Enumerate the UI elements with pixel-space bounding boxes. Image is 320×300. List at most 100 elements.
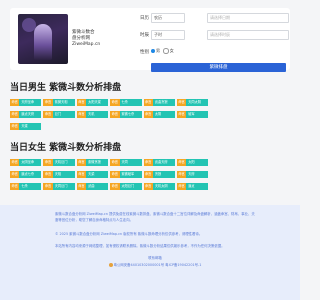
palace-tag-star: 天梁 [86, 171, 109, 178]
palace-tag[interactable]: 命宫 天梁 [10, 123, 42, 130]
palace-tag[interactable]: 命宫 太阴 [143, 111, 175, 118]
palace-tag[interactable]: 命宫 天机巨门 [43, 159, 75, 166]
palace-tag[interactable]: 命宫 太阳巨门 [110, 183, 142, 190]
gender-radio-group: 男 女 [151, 48, 174, 54]
palace-tag-star: 天府坐命 [19, 99, 42, 106]
palace-tag[interactable]: 命宫 天相 [43, 171, 75, 178]
submit-button[interactable]: 紫微排盘 [151, 63, 286, 72]
palace-tag[interactable]: 命宫 七杀 [10, 183, 42, 190]
gender-female-radio[interactable] [163, 48, 169, 54]
palace-tag-type: 命宫 [76, 159, 87, 166]
palace-tag-type: 命宫 [176, 111, 187, 118]
palace-tag-star: 廉贞七杀 [19, 171, 42, 178]
palace-tag-type: 命宫 [10, 171, 20, 178]
time-row: 时辰 子时 请选择时辰 [135, 28, 289, 42]
palace-tag-star: 天机太阴 [152, 183, 175, 190]
palace-tag[interactable]: 命宫 天同巨门 [43, 183, 75, 190]
palace-tag[interactable]: 命宫 天府坐命 [10, 99, 42, 106]
footer-contact[interactable]: 联系邮箱 [55, 255, 255, 261]
palace-tag[interactable]: 命宫 武曲贪狼 [143, 99, 175, 106]
palace-tag[interactable]: 命宫 紫微破军 [110, 171, 142, 178]
palace-tag-star: 太阴 [152, 111, 175, 118]
palace-tag-star: 天同太阴 [186, 99, 209, 106]
palace-tag-star: 七杀 [19, 183, 42, 190]
palace-tag-type: 命宫 [110, 159, 120, 166]
submit-row: 紫微排盘 [135, 62, 287, 76]
palace-tag-star: 天相 [52, 171, 75, 178]
palace-tag-star: 天机巨门 [52, 159, 75, 166]
palace-tag-star: 武曲天府 [152, 159, 175, 166]
palace-tag-type: 命宫 [110, 99, 120, 106]
gender-row: 性别 男 女 [135, 45, 287, 59]
palace-tag-type: 命宫 [76, 99, 87, 106]
top-card: 紫微斗数合 盘分析网 ZiweiMap.cn 日历 农历 请选择日期 时辰 子时… [10, 8, 290, 72]
palace-tag-type: 命宫 [76, 183, 87, 190]
palace-tag[interactable]: 命宫 廉贞 [176, 183, 209, 190]
palace-tag-star: 廉贞天府 [19, 111, 42, 118]
palace-tag-star: 紫微七杀 [119, 111, 142, 118]
palace-tag-type: 命宫 [143, 111, 153, 118]
palace-tag-star: 太阳 [186, 159, 209, 166]
chart-form: 日历 农历 请选择日期 时辰 子时 请选择时辰 性别 男 女 紫微排盘 [135, 11, 289, 79]
palace-tag[interactable]: 命宫 太阴坐命 [10, 159, 42, 166]
palace-tag[interactable]: 命宫 巨门 [43, 111, 75, 118]
palace-tag[interactable]: 命宫 天同太阴 [176, 99, 209, 106]
palace-tag-type: 命宫 [176, 99, 187, 106]
palace-tag-type: 命宫 [143, 171, 153, 178]
palace-tag[interactable]: 命宫 太阳 [176, 159, 209, 166]
palace-tag[interactable]: 命宫 太阳天梁 [76, 99, 109, 106]
female-tag-list: 命宫 太阴坐命 命宫 天机巨门 命宫 紫微贪狼 命宫 天同 命宫 武曲天府 命宫 太阳 命宫 廉贞七杀 命宫… [10, 159, 235, 195]
palace-tag-type: 命宫 [143, 159, 153, 166]
time-select[interactable]: 子时 [151, 30, 185, 40]
palace-tag-star: 紫微天相 [52, 99, 75, 106]
palace-tag-type: 命宫 [43, 183, 53, 190]
palace-tag[interactable]: 命宫 天府 [176, 171, 209, 178]
date-input[interactable]: 请选择日期 [207, 13, 289, 23]
palace-tag[interactable]: 命宫 紫微七杀 [110, 111, 142, 118]
palace-tag-type: 命宫 [143, 183, 153, 190]
gender-label: 性别 [140, 50, 149, 55]
palace-tag[interactable]: 命宫 贪狼 [143, 171, 175, 178]
palace-tag-star: 廉贞 [186, 183, 209, 190]
palace-tag[interactable]: 命宫 紫微天相 [43, 99, 75, 106]
palace-tag[interactable]: 命宫 七杀 [110, 99, 142, 106]
palace-tag[interactable]: 命宫 紫微贪狼 [76, 159, 109, 166]
palace-tag-type: 命宫 [176, 183, 187, 190]
palace-tag-type: 命宫 [110, 111, 120, 118]
palace-tag-type: 命宫 [176, 159, 187, 166]
palace-tag[interactable]: 命宫 破军 [176, 111, 209, 118]
logo-figure [34, 24, 52, 60]
palace-tag-type: 命宫 [43, 159, 53, 166]
palace-tag-star: 贪狼 [152, 171, 175, 178]
palace-tag-star: 太阳天梁 [86, 99, 109, 106]
palace-tag[interactable]: 命宫 武曲 [76, 183, 109, 190]
palace-tag[interactable]: 命宫 廉贞天府 [10, 111, 42, 118]
male-section: 当日男生 紫微斗数分析排盘 命宫 天府坐命 命宫 紫微天相 命宫 太阳天梁 命宫 七杀 命宫 武曲… [10, 82, 290, 135]
footer-icp-text: 粤公网安备44010302000001号 粤ICP备19042201号-1 [113, 263, 202, 267]
time-input[interactable]: 请选择时辰 [207, 30, 289, 40]
palace-tag[interactable]: 命宫 天梁 [76, 171, 109, 178]
palace-tag[interactable]: 命宫 武曲天府 [143, 159, 175, 166]
male-section-title: 当日男生 紫微斗数分析排盘 [10, 83, 122, 93]
palace-tag-type: 命宫 [76, 111, 87, 118]
palace-tag-type: 命宫 [43, 171, 53, 178]
male-tag-list: 命宫 天府坐命 命宫 紫微天相 命宫 太阳天梁 命宫 七杀 命宫 武曲贪狼 命宫 天同太阴 命宫 廉贞天府… [10, 99, 235, 135]
palace-tag-star: 巨门 [52, 111, 75, 118]
gender-male-radio[interactable] [151, 49, 155, 53]
calendar-type-select[interactable]: 农历 [151, 13, 185, 23]
palace-tag[interactable]: 命宫 天机 [76, 111, 109, 118]
palace-tag-type: 命宫 [110, 171, 120, 178]
footer-intro: 紫微斗数合盘分析网 ZiweiMap.cn 提供免费在线紫微斗数排盘、紫微斗数合… [55, 212, 255, 222]
palace-tag-star: 紫微贪狼 [86, 159, 109, 166]
palace-tag-type: 命宫 [43, 111, 53, 118]
palace-tag[interactable]: 命宫 廉贞七杀 [10, 171, 42, 178]
palace-tag[interactable]: 命宫 天同 [110, 159, 142, 166]
footer-icp[interactable]: 粤公网安备44010302000001号 粤ICP备19042201号-1 [55, 262, 255, 268]
female-section: 当日女生 紫微斗数分析排盘 命宫 太阴坐命 命宫 天机巨门 命宫 紫微贪狼 命宫 天同 命宫 武曲… [10, 142, 290, 195]
palace-tag[interactable]: 命宫 天机太阴 [143, 183, 175, 190]
palace-tag-type: 命宫 [43, 99, 53, 106]
palace-tag-star: 太阴坐命 [19, 159, 42, 166]
gender-female-label: 女 [169, 48, 174, 53]
time-label: 时辰 [140, 33, 149, 38]
palace-tag-star: 天梁 [19, 123, 42, 130]
